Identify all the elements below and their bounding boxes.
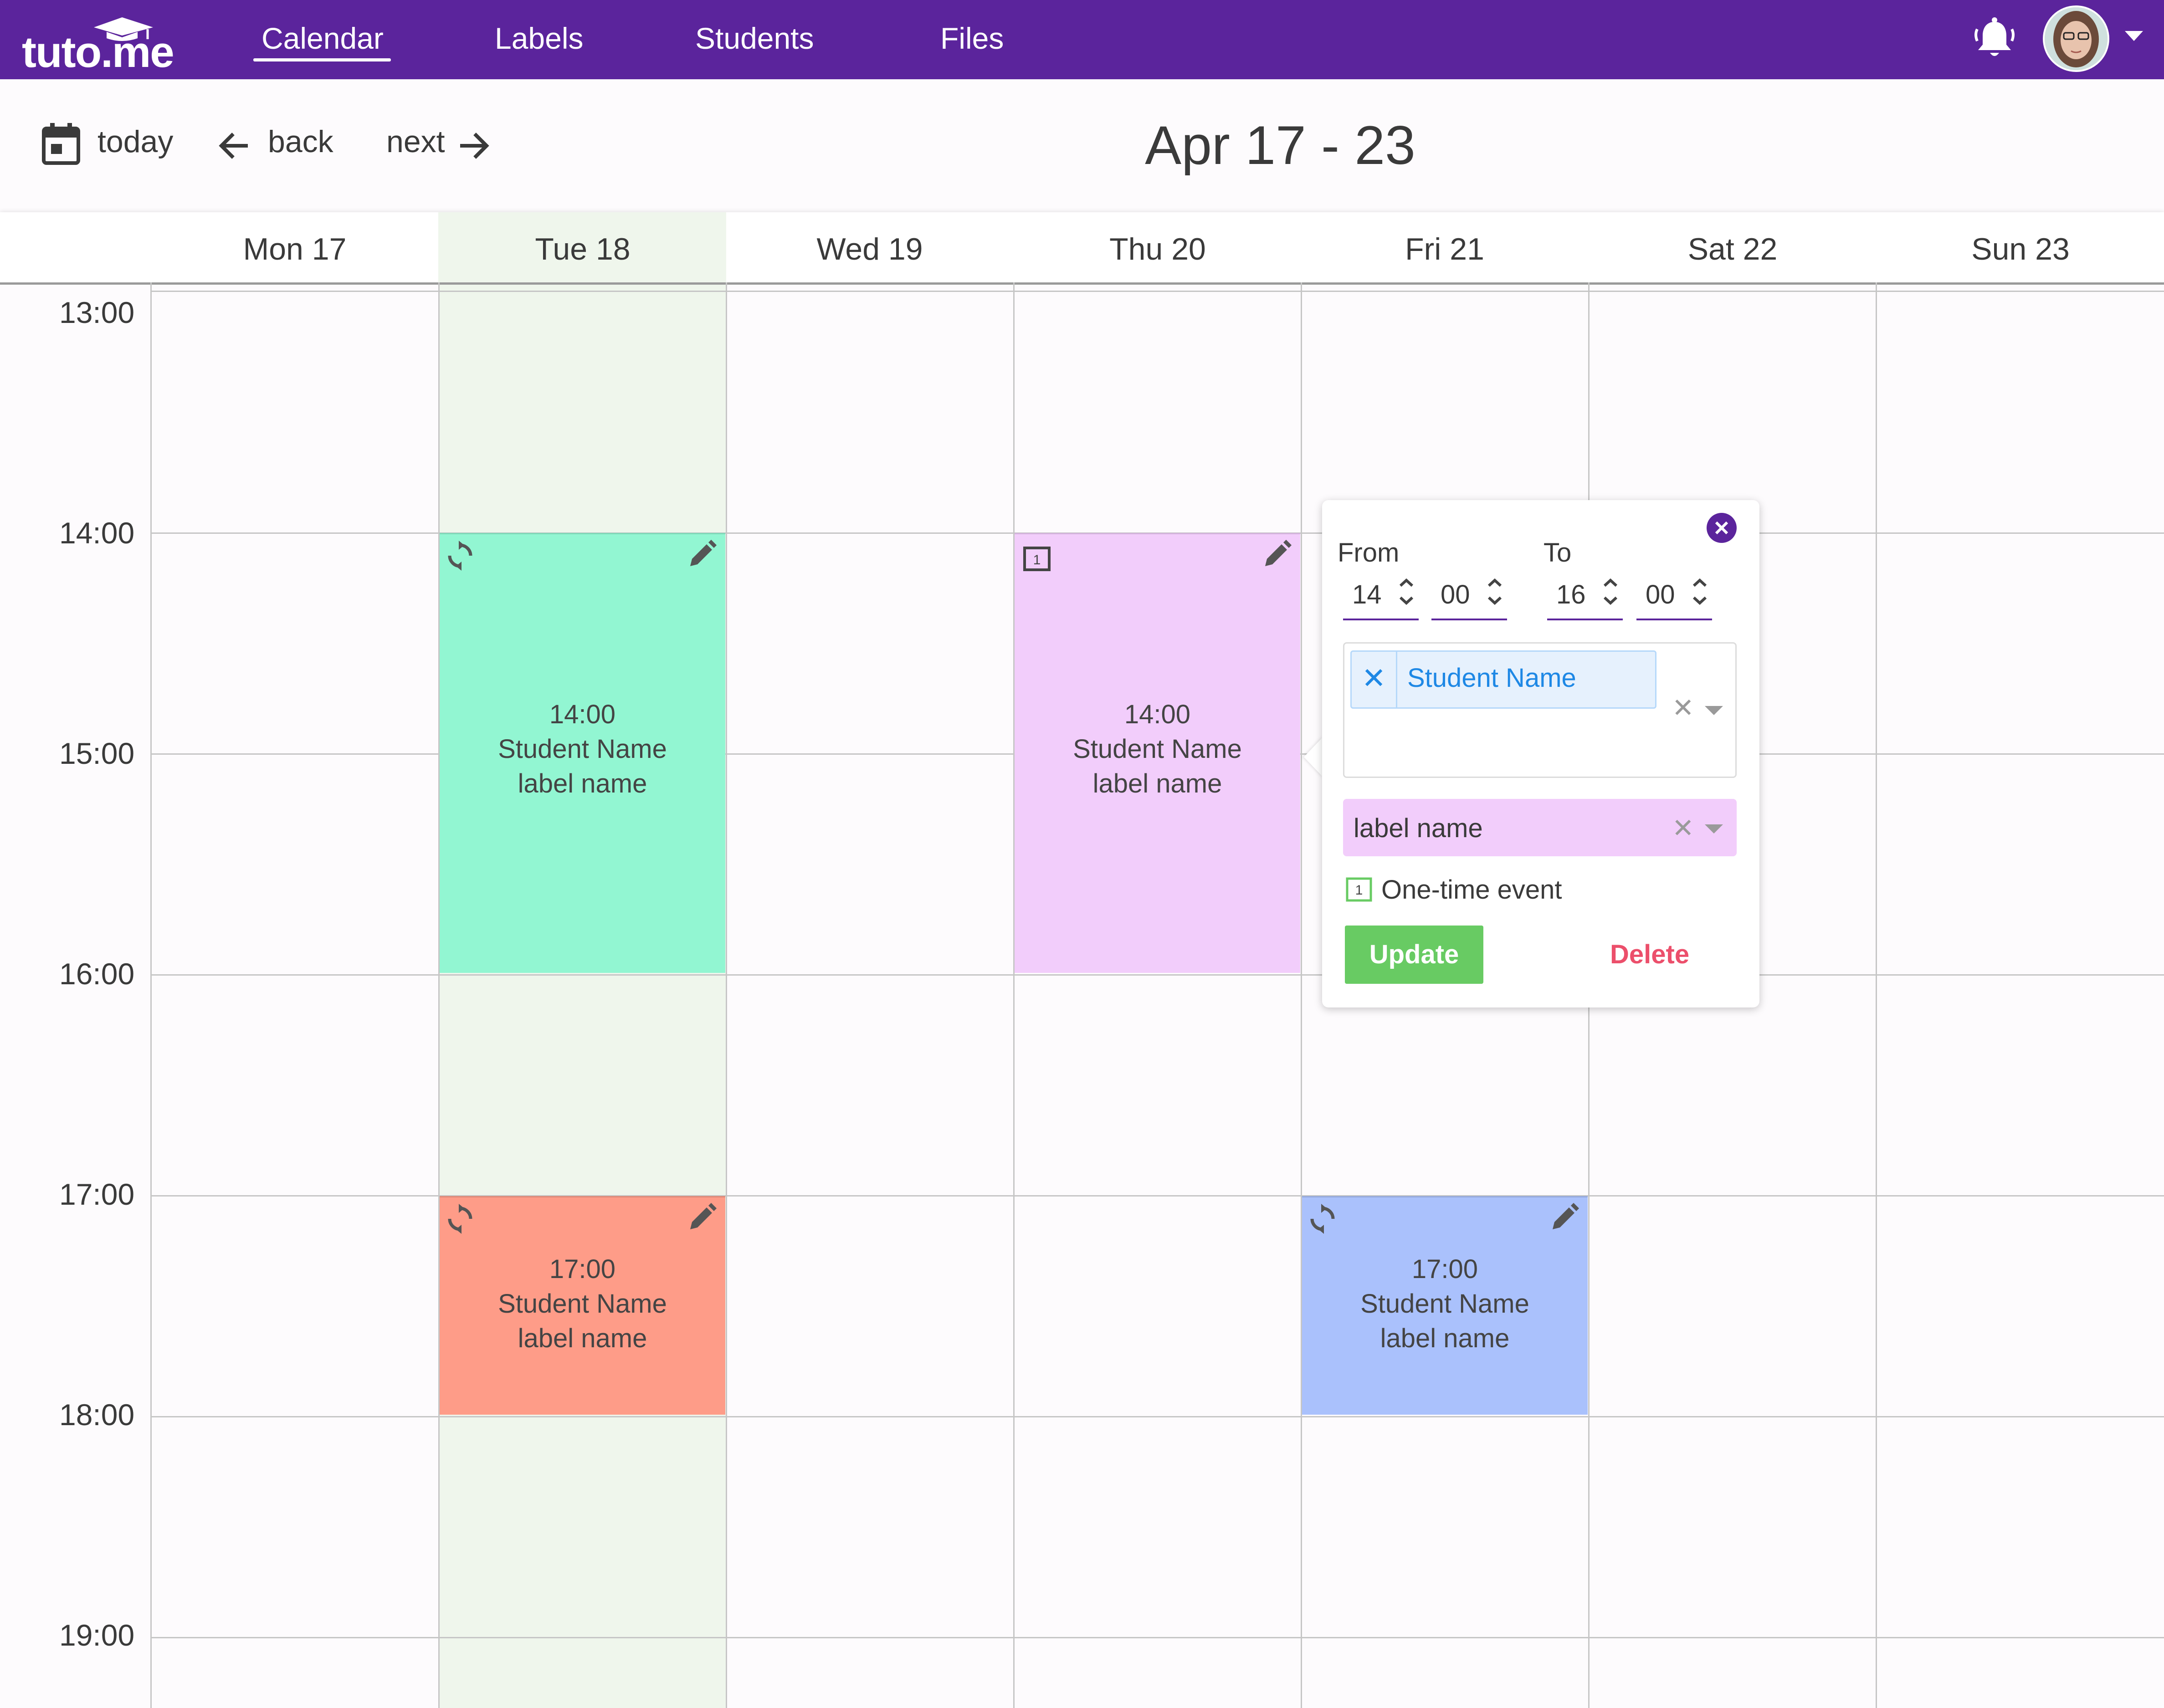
column-divider (726, 282, 727, 1708)
from-minute-stepper[interactable]: 00 (1431, 572, 1507, 620)
event-label: label name (1092, 769, 1222, 798)
recurring-icon (1310, 1204, 1335, 1234)
to-hour-stepper[interactable]: 16 (1547, 572, 1623, 620)
student-chip: ✕ Student Name (1350, 650, 1656, 709)
day-header-sat: Sat 22 (1687, 232, 1778, 266)
close-icon (1715, 521, 1728, 535)
week-title: Apr 17 - 23 (1145, 115, 1415, 176)
event-label: label name (518, 1324, 647, 1353)
event-student: Student Name (498, 1289, 667, 1319)
user-photo (2045, 7, 2108, 70)
time-label-1700: 17:00 (59, 1177, 135, 1211)
clear-students-icon[interactable]: ✕ (1672, 692, 1694, 723)
to-hour-value: 16 (1556, 580, 1586, 609)
time-label-1400: 14:00 (59, 516, 135, 550)
to-minute-stepper[interactable]: 00 (1636, 572, 1712, 620)
profile-menu-caret-icon[interactable] (2125, 31, 2143, 41)
nav-files[interactable]: Files (940, 21, 1004, 56)
pencil-icon[interactable] (1261, 539, 1292, 571)
column-divider (1301, 282, 1302, 1708)
student-chip-label: Student Name (1407, 663, 1576, 693)
day-header-mon: Mon 17 (243, 232, 347, 266)
hour-line (151, 1637, 2164, 1638)
column-divider (438, 282, 440, 1708)
event-student: Student Name (498, 734, 667, 764)
label-select-value: label name (1354, 813, 1483, 843)
popover-pointer (1304, 737, 1323, 777)
from-minute-value: 00 (1441, 580, 1470, 609)
event-time: 14:00 (549, 700, 616, 729)
event-time: 17:00 (549, 1254, 616, 1284)
stepper-arrows-icon[interactable] (1397, 572, 1416, 616)
event-label: label name (1380, 1324, 1510, 1353)
bell-icon[interactable] (1971, 15, 2018, 63)
stepper-arrows-icon[interactable] (1690, 572, 1709, 616)
day-header-sun: Sun 23 (1971, 232, 2070, 266)
event-student: Student Name (1360, 1289, 1529, 1319)
from-label: From (1338, 538, 1400, 568)
recurring-icon (448, 541, 472, 571)
hour-line (151, 1416, 2164, 1417)
avatar[interactable] (2043, 5, 2109, 72)
from-hour-stepper[interactable]: 14 (1343, 572, 1419, 620)
event-card[interactable]: 1 14:00 Student Name label name (1015, 533, 1300, 973)
clear-label-icon[interactable]: ✕ (1672, 813, 1694, 844)
column-divider (1876, 282, 1877, 1708)
column-divider (1013, 282, 1015, 1708)
event-time: 14:00 (1124, 700, 1191, 729)
stepper-arrows-icon[interactable] (1601, 572, 1620, 616)
time-label-1900: 19:00 (59, 1618, 135, 1652)
time-label-1600: 16:00 (59, 957, 135, 991)
event-label: label name (518, 769, 647, 798)
to-minute-value: 00 (1646, 580, 1675, 609)
label-dropdown-caret-icon[interactable] (1705, 824, 1723, 834)
grid-top-line (151, 291, 2164, 292)
svg-text:1: 1 (1355, 883, 1363, 898)
day-header-thu: Thu 20 (1109, 232, 1206, 266)
to-label: To (1544, 538, 1572, 568)
event-card[interactable]: 17:00 Student Name label name (440, 1196, 725, 1415)
student-dropdown-caret-icon[interactable] (1705, 706, 1723, 715)
recurring-icon (448, 1204, 472, 1234)
delete-button[interactable]: Delete (1610, 939, 1689, 970)
from-hour-value: 14 (1352, 580, 1382, 609)
day-header-tue: Tue 18 (535, 232, 631, 266)
header-divider (0, 282, 2164, 285)
hour-line (151, 974, 2164, 976)
one-time-icon: 1 (1023, 547, 1051, 571)
column-divider (150, 282, 152, 1708)
event-student: Student Name (1073, 734, 1242, 764)
nav-active-indicator (253, 58, 391, 61)
one-time-icon[interactable]: 1 (1346, 877, 1372, 902)
nav-labels[interactable]: Labels (495, 21, 584, 56)
update-button[interactable]: Update (1345, 926, 1483, 984)
time-label-1300: 13:00 (59, 296, 135, 329)
pencil-icon[interactable] (686, 1202, 718, 1234)
pencil-icon[interactable] (1548, 1202, 1580, 1234)
nav-calendar[interactable]: Calendar (262, 21, 384, 56)
stepper-arrows-icon[interactable] (1485, 572, 1504, 616)
event-card[interactable]: 14:00 Student Name label name (440, 533, 725, 973)
day-header-fri: Fri 21 (1405, 232, 1484, 266)
event-time: 17:00 (1411, 1254, 1478, 1284)
time-label-1800: 18:00 (59, 1398, 135, 1432)
pencil-icon[interactable] (686, 539, 718, 571)
time-label-1500: 15:00 (59, 736, 135, 770)
one-time-label: One-time event (1381, 875, 1562, 905)
svg-text:1: 1 (1033, 552, 1041, 568)
close-popover-button[interactable] (1707, 513, 1737, 543)
logo-text: tuto.me (22, 28, 174, 77)
event-card[interactable]: 17:00 Student Name label name (1302, 1196, 1588, 1415)
remove-student-icon[interactable]: ✕ (1352, 652, 1397, 707)
nav-students[interactable]: Students (695, 21, 814, 56)
day-header-wed: Wed 19 (816, 232, 923, 266)
app-logo[interactable]: tuto.me (22, 12, 186, 77)
